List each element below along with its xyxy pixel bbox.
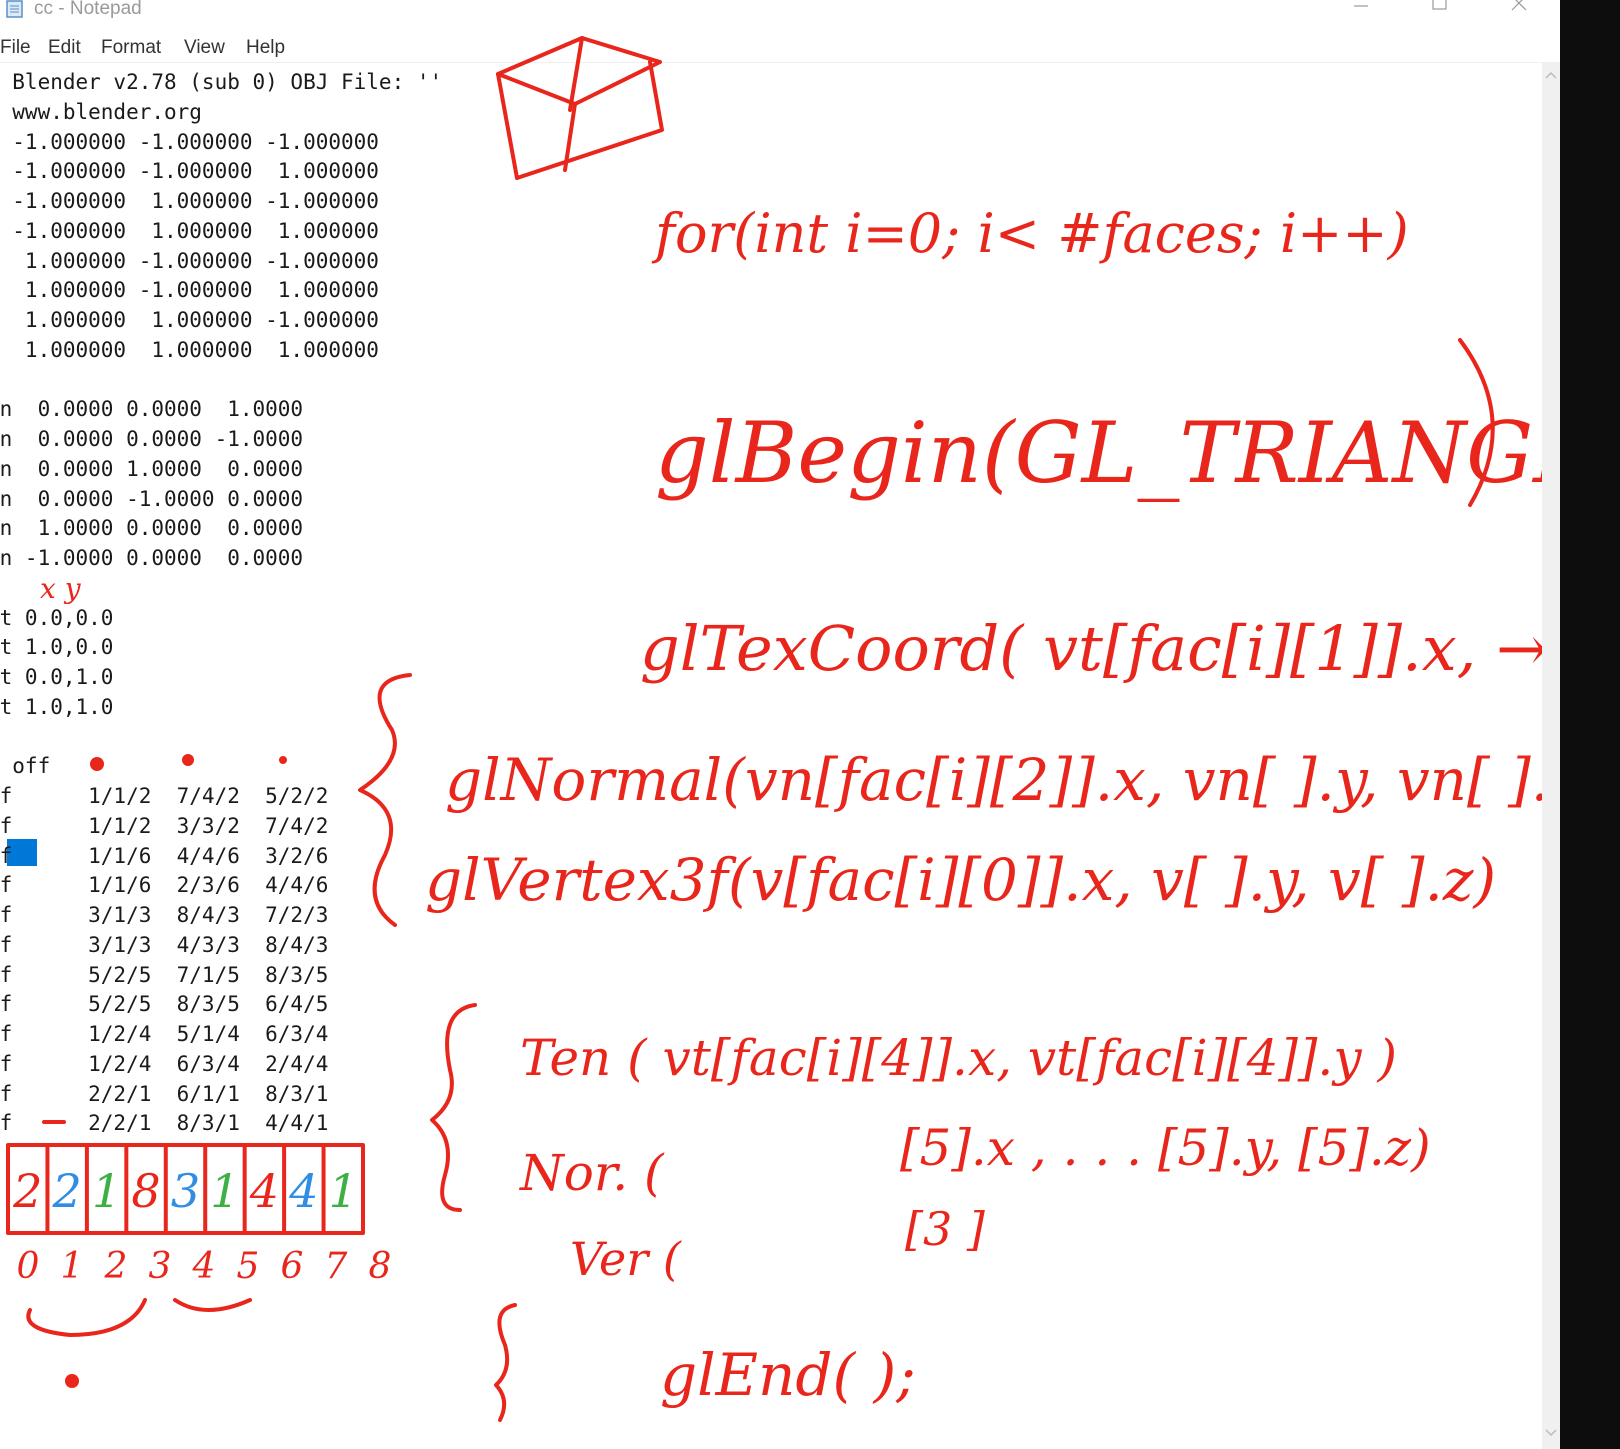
scroll-up-icon[interactable] [1542,66,1560,84]
close-button[interactable] [1496,0,1542,22]
notepad-window: cc - Notepad File Edit Format View Help … [0,0,1560,1449]
text-editor-area[interactable]: # Blender v2.78 (sub 0) OBJ File: '' # w… [0,62,1542,1449]
obj-file-content[interactable]: # Blender v2.78 (sub 0) OBJ File: '' # w… [0,68,442,1139]
maximize-button[interactable] [1416,0,1462,22]
vertical-scrollbar[interactable] [1542,62,1560,1449]
menu-file[interactable]: File [0,37,31,59]
notepad-app-icon [6,0,23,18]
menu-format[interactable]: Format [101,37,161,59]
close-icon [1511,0,1527,11]
menu-view[interactable]: View [184,37,225,59]
menu-edit[interactable]: Edit [48,37,81,59]
maximize-icon [1432,0,1447,10]
minimize-button[interactable] [1338,0,1384,22]
background-strip [1560,0,1620,1449]
title-bar: cc - Notepad [0,0,1560,30]
minimize-icon [1354,5,1368,7]
scroll-down-icon[interactable] [1542,1424,1560,1442]
menu-bar: File Edit Format View Help [0,30,1560,62]
menu-help[interactable]: Help [246,37,285,59]
window-title: cc - Notepad [34,0,142,19]
